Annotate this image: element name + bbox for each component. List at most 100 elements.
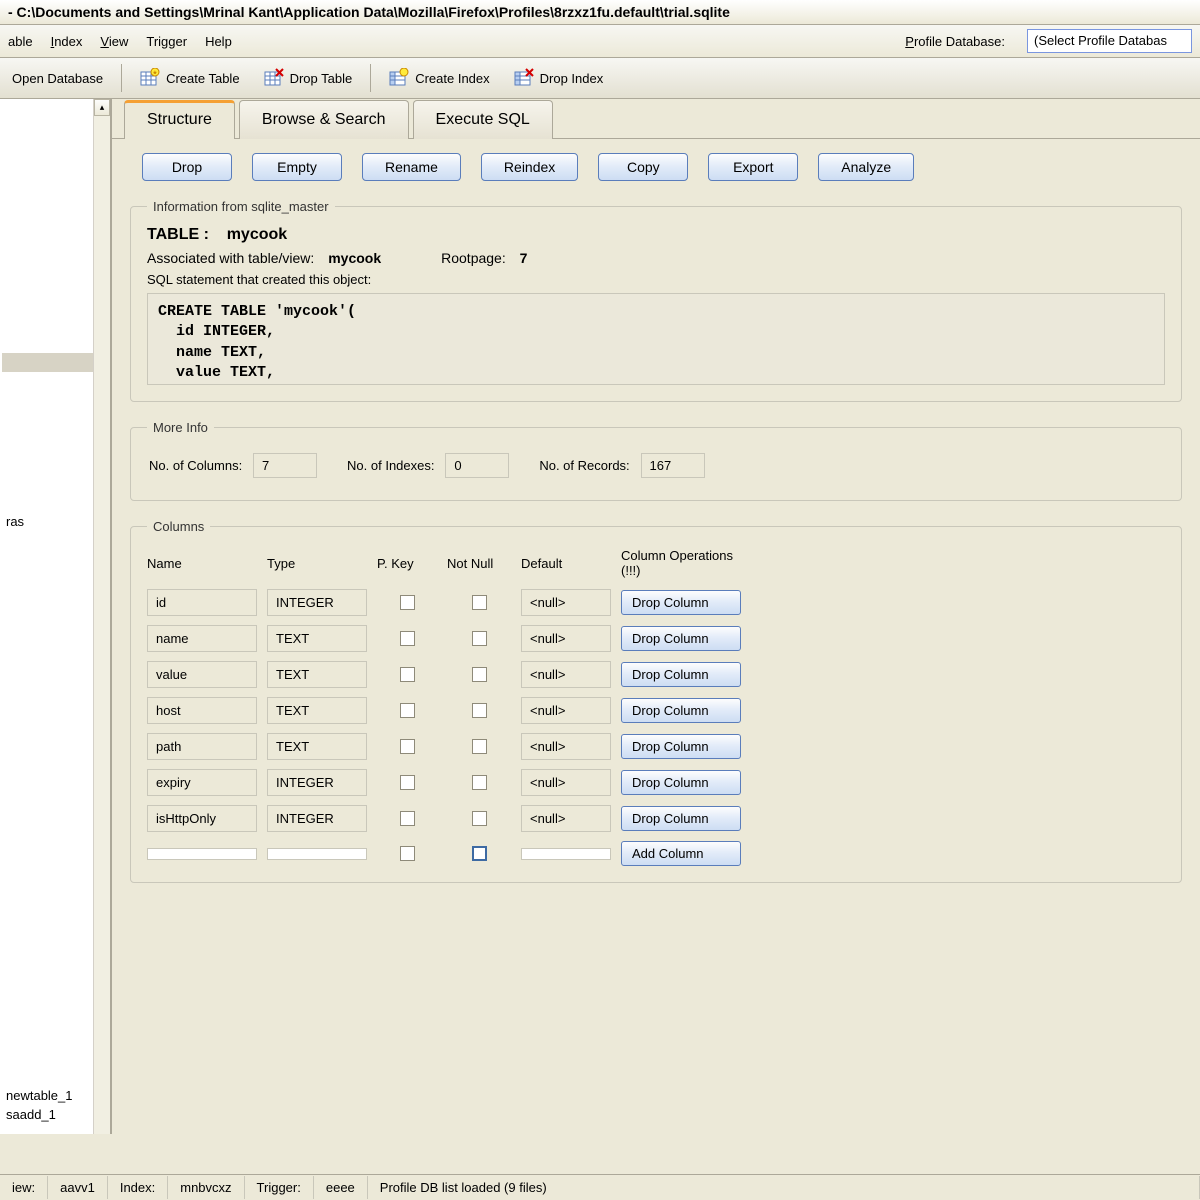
column-name-field[interactable]: id [147, 589, 257, 616]
drop-index-button[interactable]: Drop Index [506, 64, 612, 92]
column-type-field[interactable]: INTEGER [267, 805, 367, 832]
scroll-up-icon[interactable]: ▴ [94, 99, 110, 116]
column-type-field[interactable]: INTEGER [267, 589, 367, 616]
toolbar-separator [121, 64, 122, 92]
column-type-field[interactable]: TEXT [267, 625, 367, 652]
table-add-icon: ★ [140, 68, 160, 88]
add-column-button[interactable]: Add Column [621, 841, 741, 866]
menu-view[interactable]: View [100, 34, 128, 49]
column-default-field[interactable]: <null> [521, 589, 611, 616]
pkey-checkbox[interactable] [400, 595, 415, 610]
new-column-default-input[interactable] [521, 848, 611, 860]
tab-structure[interactable]: Structure [124, 100, 235, 139]
pkey-checkbox[interactable] [400, 775, 415, 790]
pkey-checkbox[interactable] [400, 703, 415, 718]
num-records-label: No. of Records: [539, 458, 629, 473]
more-info-fieldset: More Info No. of Columns: 7 No. of Index… [130, 420, 1182, 501]
analyze-button[interactable]: Analyze [818, 153, 914, 181]
tab-browse-search[interactable]: Browse & Search [239, 100, 409, 139]
object-kind-value: mycook [227, 226, 287, 243]
drop-column-button[interactable]: Drop Column [621, 590, 741, 615]
column-name-field[interactable]: name [147, 625, 257, 652]
column-header-type: Type [267, 554, 367, 573]
column-name-field[interactable]: isHttpOnly [147, 805, 257, 832]
drop-column-button[interactable]: Drop Column [621, 806, 741, 831]
index-remove-icon [514, 68, 534, 88]
more-info-legend: More Info [147, 420, 214, 435]
new-column-name-input[interactable] [147, 848, 257, 860]
info-legend: Information from sqlite_master [147, 199, 335, 214]
associated-value: mycook [328, 250, 381, 266]
column-type-field[interactable]: TEXT [267, 697, 367, 724]
svg-text:★: ★ [152, 70, 157, 77]
status-trigger-label: Trigger: [245, 1176, 314, 1199]
sql-statement-box[interactable]: CREATE TABLE 'mycook'( id INTEGER, name … [147, 293, 1165, 385]
sidebar-scrollbar[interactable]: ▴ [93, 99, 110, 1134]
pkey-checkbox[interactable] [400, 667, 415, 682]
column-type-field[interactable]: INTEGER [267, 769, 367, 796]
column-header-notnull: Not Null [447, 554, 511, 573]
drop-column-button[interactable]: Drop Column [621, 734, 741, 759]
menu-help[interactable]: Help [205, 34, 232, 49]
rename-button[interactable]: Rename [362, 153, 461, 181]
column-name-field[interactable]: expiry [147, 769, 257, 796]
column-default-field[interactable]: <null> [521, 769, 611, 796]
new-pkey-checkbox[interactable] [400, 846, 415, 861]
notnull-checkbox[interactable] [472, 595, 487, 610]
pkey-checkbox[interactable] [400, 811, 415, 826]
drop-button[interactable]: Drop [142, 153, 232, 181]
columns-fieldset: Columns NameTypeP. KeyNot NullDefaultCol… [130, 519, 1182, 883]
status-index-label: Index: [108, 1176, 168, 1199]
window-title: - C:\Documents and Settings\Mrinal Kant\… [0, 0, 1200, 25]
create-table-button[interactable]: ★ Create Table [132, 64, 247, 92]
notnull-checkbox[interactable] [472, 703, 487, 718]
menubar: able Index View Trigger Help Profile Dat… [0, 25, 1200, 58]
reindex-button[interactable]: Reindex [481, 153, 578, 181]
column-type-field[interactable]: TEXT [267, 733, 367, 760]
copy-button[interactable]: Copy [598, 153, 688, 181]
notnull-checkbox[interactable] [472, 739, 487, 754]
drop-column-button[interactable]: Drop Column [621, 626, 741, 651]
drop-column-button[interactable]: Drop Column [621, 770, 741, 795]
pkey-checkbox[interactable] [400, 739, 415, 754]
column-default-field[interactable]: <null> [521, 733, 611, 760]
notnull-checkbox[interactable] [472, 811, 487, 826]
pkey-checkbox[interactable] [400, 631, 415, 646]
column-name-field[interactable]: host [147, 697, 257, 724]
column-default-field[interactable]: <null> [521, 625, 611, 652]
status-trigger-value: eeee [314, 1176, 368, 1199]
notnull-checkbox[interactable] [472, 775, 487, 790]
status-view-value: aavv1 [48, 1176, 108, 1199]
new-column-type-input[interactable] [267, 848, 367, 860]
export-button[interactable]: Export [708, 153, 798, 181]
column-name-field[interactable]: value [147, 661, 257, 688]
column-header-name: Name [147, 554, 257, 573]
num-indexes-label: No. of Indexes: [347, 458, 434, 473]
empty-button[interactable]: Empty [252, 153, 342, 181]
num-columns-value: 7 [253, 453, 317, 478]
drop-column-button[interactable]: Drop Column [621, 698, 741, 723]
column-default-field[interactable]: <null> [521, 697, 611, 724]
notnull-checkbox[interactable] [472, 667, 487, 682]
rootpage-label: Rootpage: [441, 250, 506, 266]
status-index-value: mnbvcxz [168, 1176, 244, 1199]
menu-table[interactable]: able [8, 34, 33, 49]
tab-execute-sql[interactable]: Execute SQL [413, 100, 553, 139]
create-index-button[interactable]: Create Index [381, 64, 497, 92]
new-notnull-checkbox[interactable] [472, 846, 487, 861]
num-records-value: 167 [641, 453, 705, 478]
drop-column-button[interactable]: Drop Column [621, 662, 741, 687]
open-database-button[interactable]: Open Database [4, 67, 111, 90]
column-default-field[interactable]: <null> [521, 661, 611, 688]
profile-db-select[interactable]: (Select Profile Databas [1027, 29, 1192, 53]
menu-trigger[interactable]: Trigger [146, 34, 187, 49]
notnull-checkbox[interactable] [472, 631, 487, 646]
column-header-ops: Column Operations (!!!) [621, 546, 741, 580]
column-name-field[interactable]: path [147, 733, 257, 760]
associated-label: Associated with table/view: [147, 250, 314, 266]
menu-index[interactable]: Index [51, 34, 83, 49]
status-message: Profile DB list loaded (9 files) [368, 1176, 1200, 1199]
drop-table-button[interactable]: Drop Table [256, 64, 361, 92]
column-default-field[interactable]: <null> [521, 805, 611, 832]
column-type-field[interactable]: TEXT [267, 661, 367, 688]
